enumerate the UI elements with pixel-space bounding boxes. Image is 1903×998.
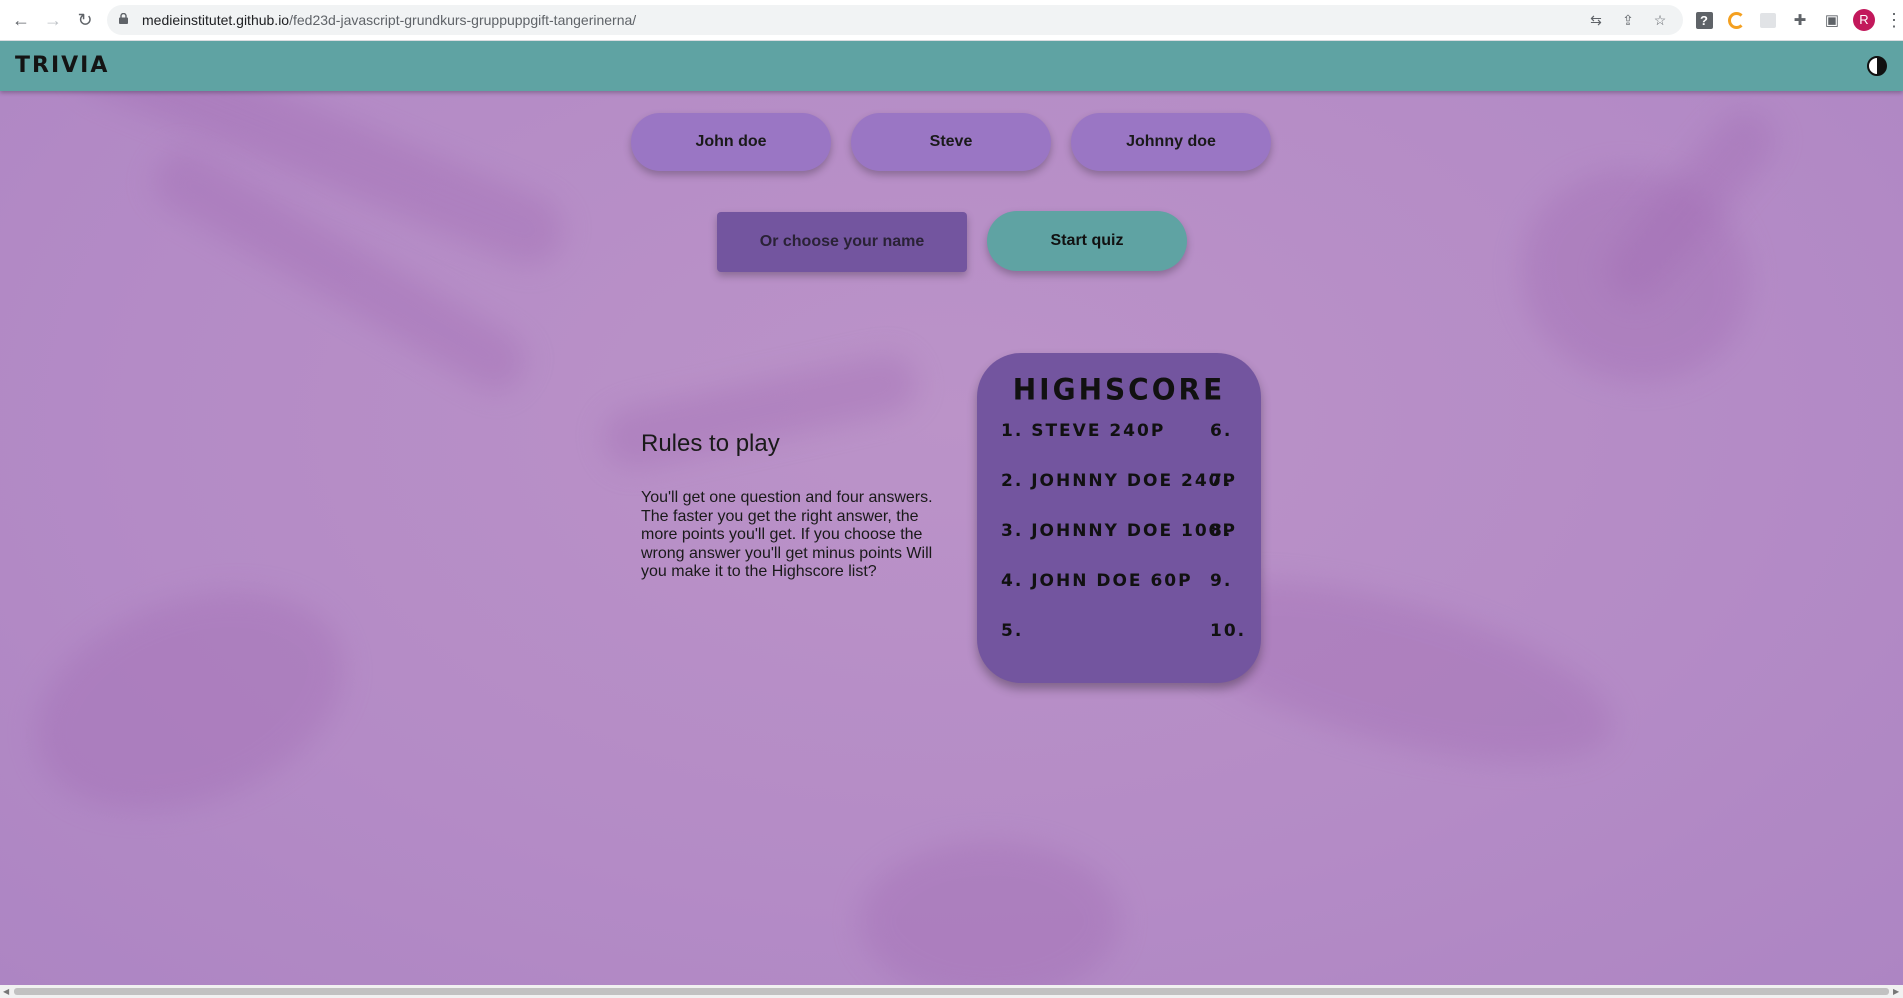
highscore-entry: 4. JOHN DOE 60P <box>1001 571 1193 591</box>
trivia-logo[interactable]: TRIVIA <box>15 53 109 78</box>
highscore-entry: 8. <box>1210 521 1233 541</box>
player-name-button-johnny-doe[interactable]: Johnny doe <box>1071 113 1271 171</box>
side-panel-icon[interactable]: ▣ <box>1821 9 1843 31</box>
background-hand-shape <box>860 841 1120 985</box>
page-body: TRIVIA John doe Steve Johnny doe Start q… <box>0 41 1903 985</box>
highscore-list-right: 6. 7. 8. 9. 10. <box>1210 421 1246 671</box>
translate-icon[interactable]: ⇆ <box>1587 11 1605 29</box>
grey-extension-icon[interactable] <box>1757 9 1779 31</box>
share-icon[interactable]: ⇪ <box>1619 11 1637 29</box>
orange-extension-icon[interactable] <box>1725 9 1747 31</box>
player-name-button-john-doe[interactable]: John doe <box>631 113 831 171</box>
profile-avatar[interactable]: R <box>1853 9 1875 31</box>
app-header: TRIVIA <box>0 41 1903 91</box>
address-bar[interactable]: medieinstitutet.github.io/fed23d-javascr… <box>107 5 1683 35</box>
start-quiz-button[interactable]: Start quiz <box>987 211 1187 271</box>
puzzle-extensions-icon[interactable]: ✚ <box>1789 9 1811 31</box>
player-name-button-steve[interactable]: Steve <box>851 113 1051 171</box>
highscore-entry: 7. <box>1210 471 1233 491</box>
highscore-panel: HIGHSCORE 1. STEVE 240P 2. JOHNNY DOE 24… <box>977 353 1261 683</box>
highscore-entry: 6. <box>1210 421 1233 441</box>
highscore-entry: 3. JOHNNY DOE 100P <box>1001 521 1237 541</box>
lock-icon <box>119 13 128 24</box>
back-icon[interactable]: ← <box>10 9 32 31</box>
highscore-entry: 2. JOHNNY DOE 240P <box>1001 471 1237 491</box>
highscore-title: HIGHSCORE <box>1012 372 1226 407</box>
url-host: medieinstitutet.github.io <box>142 12 290 28</box>
scrollbar-thumb[interactable] <box>14 988 1889 995</box>
browser-toolbar: ← → ↻ medieinstitutet.github.io/fed23d-j… <box>0 0 1903 41</box>
rules-description: You'll get one question and four answers… <box>641 489 933 580</box>
highscore-entry: 9. <box>1210 571 1233 591</box>
highscore-entry: 5. <box>1001 621 1024 641</box>
contrast-toggle-icon[interactable] <box>1867 56 1887 76</box>
scroll-right-arrow-icon[interactable]: ▶ <box>1893 987 1899 996</box>
custom-name-input[interactable] <box>717 212 967 272</box>
scroll-left-arrow-icon[interactable]: ◀ <box>3 987 9 996</box>
highscore-entry: 10. <box>1210 621 1247 641</box>
reload-icon[interactable]: ↻ <box>74 9 96 31</box>
rules-heading: Rules to play <box>641 430 780 457</box>
help-extension-icon[interactable]: ? <box>1693 9 1715 31</box>
highscore-list-left: 1. STEVE 240P 2. JOHNNY DOE 240P 3. JOHN… <box>1001 421 1237 671</box>
highscore-entry: 1. STEVE 240P <box>1001 421 1166 441</box>
bookmark-star-icon[interactable]: ☆ <box>1651 11 1669 29</box>
menu-kebab-icon[interactable]: ⋮ <box>1885 9 1903 31</box>
horizontal-scrollbar[interactable]: ◀ ▶ <box>0 985 1903 998</box>
url-path: /fed23d-javascript-grundkurs-gruppuppgif… <box>289 12 637 28</box>
forward-icon[interactable]: → <box>42 9 64 31</box>
url-text: medieinstitutet.github.io/fed23d-javascr… <box>142 12 636 28</box>
background-hand-shape <box>5 552 375 850</box>
